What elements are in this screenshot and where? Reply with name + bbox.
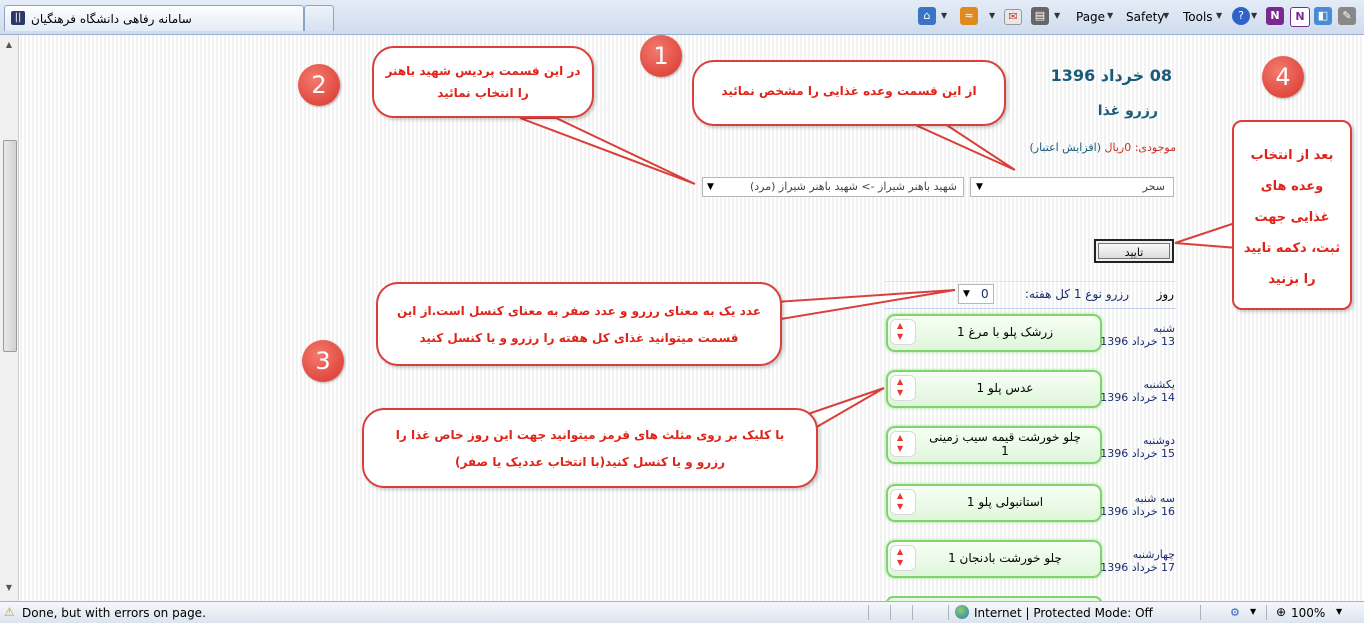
week-help-line: عدد یک به معنای رزرو و عدد صفر به معنای … [396,304,762,318]
status-bar: ⚠ Done, but with errors on page. Interne… [0,601,1364,623]
meal-help-bubble: از این قسمت وعده غذایی را مشخص نمائید [692,60,1006,126]
campus-bubble-tail [519,117,696,185]
confirm-help-line: بعد از انتخاب [1250,148,1334,163]
security-zone[interactable]: Internet | Protected Mode: Off [974,606,1153,620]
confirm-help-line: را بزنید [1268,272,1316,287]
week-help-bubble: عدد یک به معنای رزرو و عدد صفر به معنای … [376,282,782,366]
week-help-line: قسمت میتوانید غذای کل هفته را رزرو و یا … [419,331,739,345]
protected-mode-icon[interactable]: ⚙ [1230,606,1240,619]
campus-help-line: را انتخاب نمائید [437,86,529,100]
week-bubble-tail [774,289,956,322]
meal-help-line: از این قسمت وعده غذایی را مشخص نمائید [721,84,977,98]
confirm-help-line: وعده های [1260,179,1324,194]
campus-help-line: در این قسمت پردیس شهید باهنر [385,64,581,78]
globe-icon [955,605,969,619]
status-message[interactable]: Done, but with errors on page. [22,606,206,620]
step-number-badge: 1 [640,35,682,77]
protected-mode-chevron-down-icon[interactable]: ▼ [1250,607,1256,616]
day-help-line: با کلیک بر روی مثلث های قرمز میتوانید جه… [395,428,785,442]
warning-icon[interactable]: ⚠ [4,605,18,619]
step-number-badge: 4 [1262,56,1304,98]
confirm-help-line: غذایی جهت [1254,210,1330,225]
confirm-help-bubble: بعد از انتخاب وعده های غذایی جهت ثبت، دک… [1232,120,1352,310]
zoom-chevron-down-icon[interactable]: ▼ [1336,607,1342,616]
confirm-bubble-tail [1174,220,1239,250]
campus-help-bubble: در این قسمت پردیس شهید باهنر را انتخاب ن… [372,46,594,118]
zoom-level[interactable]: 100% [1291,606,1325,620]
day-bubble-tail [807,387,885,434]
day-help-line: رزرو و یا کنسل کنید(با انتخاب عددیک یا ص… [454,455,726,469]
step-number-badge: 3 [302,340,344,382]
confirm-help-line: ثبت، دکمه تایید [1243,241,1341,256]
day-help-bubble: با کلیک بر روی مثلث های قرمز میتوانید جه… [362,408,818,488]
step-number-badge: 2 [298,64,340,106]
zoom-icon[interactable]: ⊕ [1276,605,1286,619]
